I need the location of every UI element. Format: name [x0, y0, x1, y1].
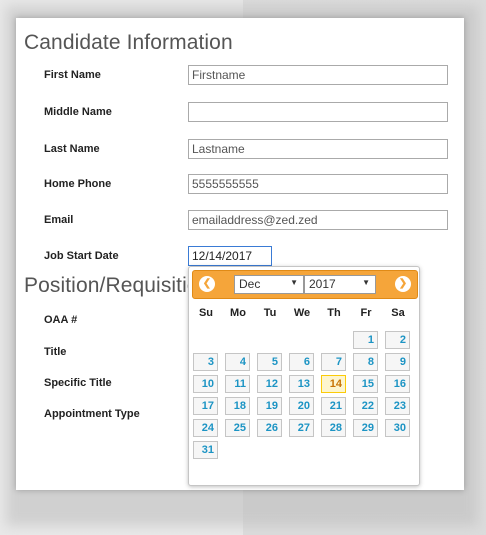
calendar-day[interactable]: 21	[321, 397, 346, 415]
calendar-day[interactable]: 9	[385, 353, 410, 371]
appointment-type-label: Appointment Type	[44, 408, 140, 420]
calendar-day[interactable]: 13	[289, 375, 314, 393]
candidate-section-title: Candidate Information	[24, 31, 233, 54]
middle-name-field[interactable]	[188, 102, 448, 122]
calendar-day[interactable]: 27	[289, 419, 314, 437]
calendar-day[interactable]: 26	[257, 419, 282, 437]
calendar-day[interactable]: 25	[225, 419, 250, 437]
calendar-day[interactable]: 16	[385, 375, 410, 393]
year-select[interactable]: 2017 ▼	[304, 275, 376, 294]
calendar-day[interactable]: 7	[321, 353, 346, 371]
calendar-day[interactable]: 10	[193, 375, 218, 393]
calendar-day[interactable]: 17	[193, 397, 218, 415]
job-start-date-field[interactable]: 12/14/2017	[188, 246, 272, 266]
home-phone-field[interactable]: 5555555555	[188, 174, 448, 194]
calendar-day[interactable]: 30	[385, 419, 410, 437]
datepicker-popup: ❮ Dec ▼ 2017 ▼ ❯ Su Mo Tu We Th Fr Sa 12345678…	[188, 266, 420, 486]
weekday-label: Mo	[230, 307, 246, 319]
calendar-day[interactable]: 3	[193, 353, 218, 371]
month-select[interactable]: Dec ▼	[234, 275, 304, 294]
email-label: Email	[44, 214, 74, 226]
title-label: Title	[44, 346, 67, 358]
calendar-day[interactable]: 24	[193, 419, 218, 437]
calendar-day[interactable]: 18	[225, 397, 250, 415]
calendar-day[interactable]: 1	[353, 331, 378, 349]
calendar-day[interactable]: 29	[353, 419, 378, 437]
calendar-day[interactable]: 2	[385, 331, 410, 349]
weekday-label: We	[293, 307, 311, 319]
chevron-down-icon: ▼	[362, 278, 370, 287]
oaa-label: OAA #	[44, 314, 78, 326]
calendar-day[interactable]: 6	[289, 353, 314, 371]
last-name-label: Last Name	[44, 143, 100, 155]
calendar-day[interactable]: 8	[353, 353, 378, 371]
calendar-day[interactable]: 31	[193, 441, 218, 459]
position-section-title: Position/Requisition	[24, 274, 211, 297]
weekday-label: Tu	[263, 307, 277, 319]
weekday-label: Sa	[391, 307, 405, 319]
first-name-label: First Name	[44, 69, 101, 81]
calendar-day[interactable]: 28	[321, 419, 346, 437]
specific-title-label: Specific Title	[44, 377, 112, 389]
calendar-day[interactable]: 19	[257, 397, 282, 415]
last-name-field[interactable]: Lastname	[188, 139, 448, 159]
weekday-label: Th	[327, 307, 341, 319]
middle-name-label: Middle Name	[44, 106, 112, 118]
home-phone-label: Home Phone	[44, 178, 112, 190]
calendar-day[interactable]: 4	[225, 353, 250, 371]
month-select-value: Dec	[239, 277, 261, 291]
calendar-day[interactable]: 12	[257, 375, 282, 393]
calendar-day-today[interactable]: 14	[321, 375, 346, 393]
calendar-day[interactable]: 5	[257, 353, 282, 371]
calendar-day[interactable]: 22	[353, 397, 378, 415]
calendar-day[interactable]: 11	[225, 375, 250, 393]
calendar-day[interactable]: 23	[385, 397, 410, 415]
weekday-label: Su	[198, 307, 214, 319]
year-select-value: 2017	[309, 277, 336, 291]
prev-arrow-icon[interactable]: ❮	[199, 276, 215, 292]
calendar-day[interactable]: 15	[353, 375, 378, 393]
email-field[interactable]: emailaddress@zed.zed	[188, 210, 448, 230]
first-name-field[interactable]: Firstname	[188, 65, 448, 85]
weekday-label: Fr	[360, 307, 372, 319]
datepicker-header: ❮ Dec ▼ 2017 ▼ ❯	[192, 270, 418, 299]
next-arrow-icon[interactable]: ❯	[395, 276, 411, 292]
calendar-day[interactable]: 20	[289, 397, 314, 415]
job-start-date-label: Job Start Date	[44, 250, 119, 262]
chevron-down-icon: ▼	[290, 278, 298, 287]
